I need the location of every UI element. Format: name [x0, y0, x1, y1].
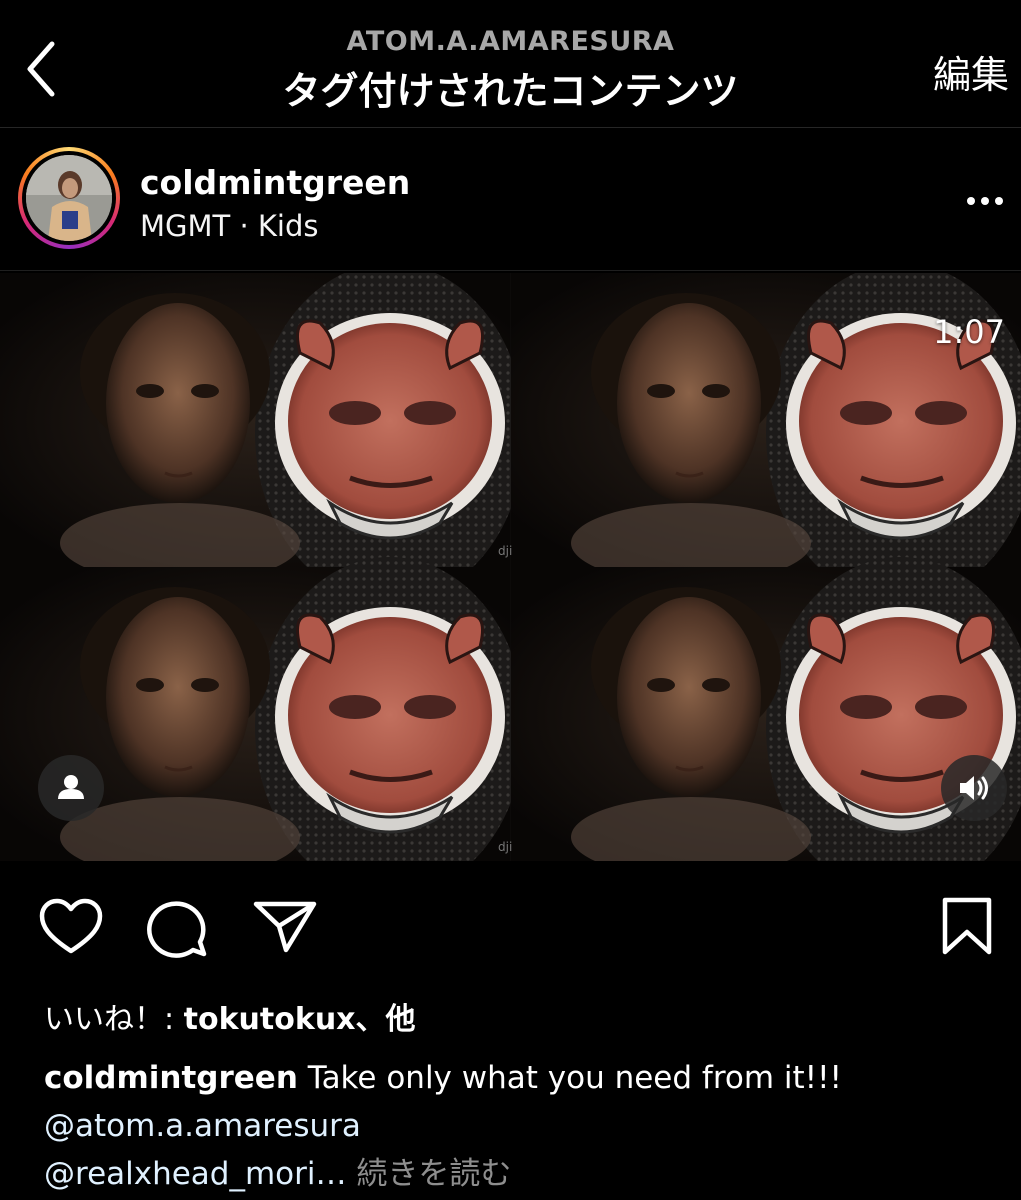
likes-suffix[interactable]: 、他: [356, 1002, 416, 1037]
post-header: coldmintgreen MGMT · Kids: [0, 129, 1021, 271]
music-label[interactable]: MGMT · Kids: [140, 209, 318, 243]
more-options-button[interactable]: [963, 181, 1007, 221]
person-tag-icon: [58, 775, 84, 799]
comment-icon: [147, 901, 207, 958]
svg-text:dji: dji: [498, 544, 512, 558]
read-more-link[interactable]: 続きを読む: [347, 1156, 511, 1192]
comment-button[interactable]: [146, 898, 210, 958]
video-frame: dji dji: [0, 273, 1021, 861]
post-username[interactable]: coldmintgreen: [140, 163, 410, 202]
caption-username[interactable]: coldmintgreen: [44, 1060, 298, 1096]
account-name: ATOM.A.AMARESURA: [346, 26, 675, 57]
share-button[interactable]: [252, 898, 318, 954]
likes-line[interactable]: いいね！: tokutokux、他: [44, 994, 416, 1038]
top-header: ATOM.A.AMARESURA タグ付けされたコンテンツ 編集: [0, 0, 1021, 128]
video-duration: 1:07: [933, 313, 1005, 351]
caption-mention[interactable]: @realxhead_mori…: [44, 1156, 347, 1192]
likes-prefix: いいね！:: [44, 1002, 184, 1037]
story-ring[interactable]: [18, 147, 120, 249]
edit-button[interactable]: 編集: [933, 44, 1009, 99]
caption-mention[interactable]: @atom.a.amaresura: [44, 1108, 361, 1144]
caption-text: Take only what you need from it!!!: [297, 1060, 842, 1096]
likes-user[interactable]: tokutokux: [184, 1002, 356, 1037]
heart-icon: [39, 898, 103, 954]
speaker-icon: [960, 776, 988, 800]
like-button[interactable]: [38, 898, 104, 956]
page-title: タグ付けされたコンテンツ: [282, 69, 739, 113]
avatar-image: [26, 155, 112, 241]
post-caption: coldmintgreen Take only what you need fr…: [44, 1054, 994, 1198]
bookmark-icon: [942, 897, 992, 955]
send-icon: [253, 901, 317, 953]
more-horizontal-icon: [967, 197, 1003, 205]
avatar: [26, 155, 112, 241]
svg-text:dji: dji: [498, 840, 512, 854]
save-button[interactable]: [940, 896, 994, 958]
sound-toggle-button[interactable]: [941, 755, 1007, 821]
post-video[interactable]: dji dji 1:07: [0, 273, 1021, 861]
tagged-people-button[interactable]: [38, 755, 104, 821]
